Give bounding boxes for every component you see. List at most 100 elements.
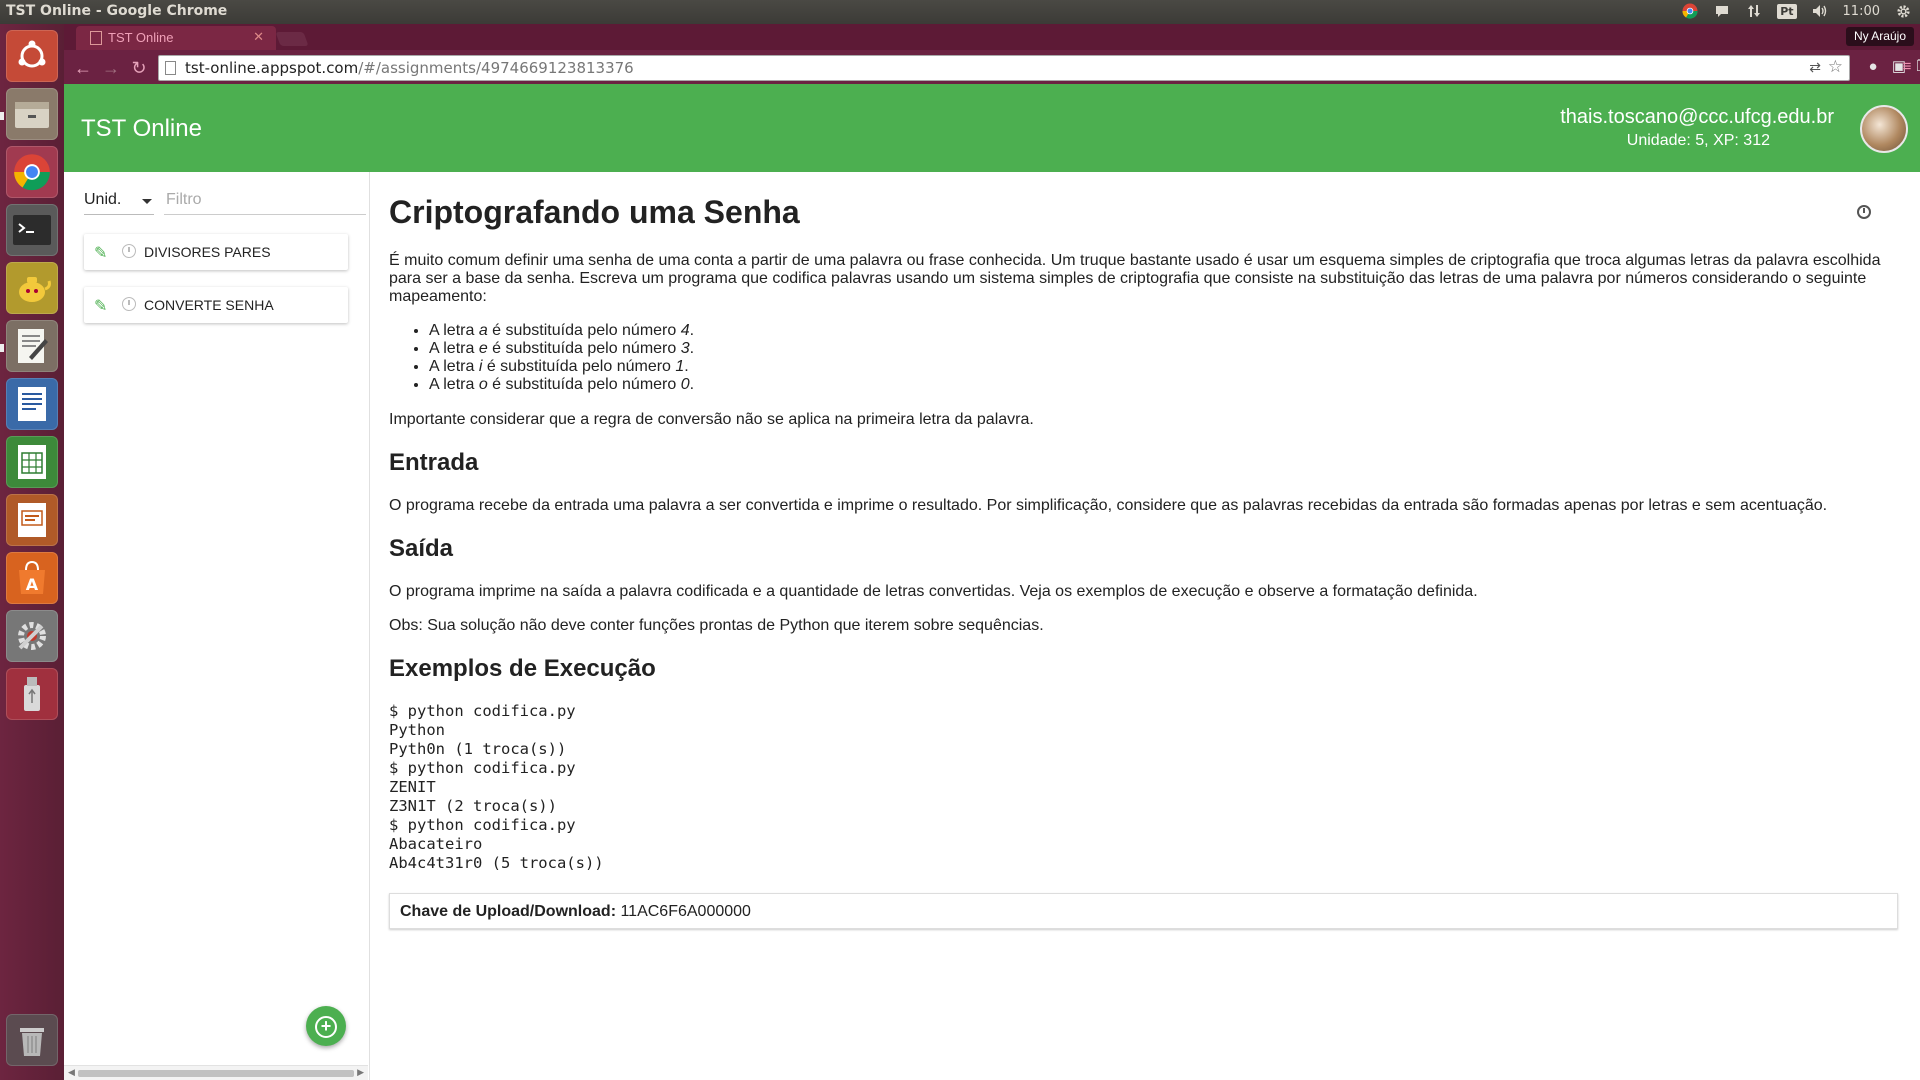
mapping-middle: é substituída pelo número bbox=[487, 340, 681, 357]
close-tab-icon[interactable]: ✕ bbox=[253, 29, 264, 45]
gear-icon[interactable] bbox=[1894, 2, 1912, 20]
keyboard-layout-label: Pt bbox=[1777, 3, 1797, 19]
reload-icon[interactable]: ↻ bbox=[128, 57, 150, 79]
scrollbar-thumb[interactable] bbox=[78, 1070, 354, 1077]
note-paragraph: Importante considerar que a regra de con… bbox=[389, 411, 1034, 428]
list-item[interactable]: ✎ DIVISORES PARES bbox=[84, 234, 348, 270]
volume-icon[interactable] bbox=[1811, 2, 1829, 20]
user-email: thais.toscano@ccc.ufcg.edu.br bbox=[1560, 106, 1834, 128]
mapping-number: 3 bbox=[680, 340, 690, 357]
text-editor-icon[interactable] bbox=[6, 320, 58, 372]
mapping-suffix: . bbox=[689, 322, 695, 339]
usb-drive-icon[interactable] bbox=[6, 668, 58, 720]
system-tray: Pt 11:00 bbox=[1681, 2, 1912, 20]
examples-heading: Exemplos de Execução bbox=[389, 655, 656, 682]
app-title[interactable]: TST Online bbox=[81, 115, 202, 143]
code-line: Z3N1T (2 troca(s)) bbox=[389, 797, 557, 815]
list-item: A letra o é substituída pelo número 0. bbox=[429, 376, 694, 394]
browser-toolbar: ← → ↻ tst-online.appspot.com/#/assignmen… bbox=[64, 50, 1920, 84]
address-bar[interactable]: tst-online.appspot.com/#/assignments/497… bbox=[158, 55, 1850, 81]
unit-dropdown[interactable]: Unid. bbox=[84, 188, 154, 215]
files-icon[interactable] bbox=[6, 88, 58, 140]
assignment-name: DIVISORES PARES bbox=[144, 244, 271, 260]
list-item: A letra a é substituída pelo número 4. bbox=[429, 322, 694, 340]
clock-icon bbox=[122, 244, 136, 258]
pencil-icon: ✎ bbox=[94, 245, 108, 262]
tab-title: TST Online bbox=[108, 30, 174, 45]
teapot-app-icon[interactable] bbox=[6, 262, 58, 314]
add-assignment-button[interactable]: + bbox=[306, 1006, 346, 1046]
system-settings-icon[interactable] bbox=[6, 610, 58, 662]
assignment-name: CONVERTE SENHA bbox=[144, 297, 274, 313]
list-item: A letra i é substituída pelo número 1. bbox=[429, 358, 694, 376]
browser-tab-strip: TST Online ✕ Ny Araújo bbox=[64, 24, 1920, 50]
mapping-suffix: . bbox=[689, 340, 695, 357]
horizontal-scrollbar[interactable]: ◀ ▶ bbox=[64, 1065, 368, 1080]
mapping-number: 1 bbox=[675, 358, 685, 375]
code-line: Abacateiro bbox=[389, 835, 483, 853]
unit-dropdown-label: Unid. bbox=[84, 191, 122, 208]
os-top-panel: TST Online - Google Chrome Pt 11:00 bbox=[0, 0, 1920, 24]
unity-launcher: A bbox=[0, 24, 65, 1080]
assignments-sidebar: Unid. ✎ DIVISORES PARES ✎ CONVERTE SENHA… bbox=[64, 172, 370, 1080]
scroll-right-icon[interactable]: ▶ bbox=[357, 1067, 364, 1078]
chat-icon[interactable] bbox=[1713, 2, 1731, 20]
list-item[interactable]: ✎ CONVERTE SENHA bbox=[84, 287, 348, 323]
writer-icon[interactable] bbox=[6, 378, 58, 430]
plus-icon: + bbox=[315, 1016, 337, 1038]
mapping-suffix: . bbox=[689, 376, 695, 393]
terminal-icon[interactable] bbox=[6, 204, 58, 256]
mapping-prefix: A letra bbox=[429, 340, 479, 357]
history-icon[interactable] bbox=[1857, 205, 1871, 219]
mapping-letter: e bbox=[478, 340, 488, 357]
translate-icon[interactable]: ⇄ bbox=[1809, 59, 1821, 76]
mapping-prefix: A letra bbox=[429, 358, 479, 375]
upload-key-label: Chave de Upload/Download: bbox=[400, 903, 617, 920]
page-favicon-icon bbox=[90, 31, 102, 45]
url-path: /#/assignments/4974669123813376 bbox=[358, 59, 634, 77]
chrome-tray-icon[interactable] bbox=[1681, 2, 1699, 20]
new-tab-button[interactable] bbox=[275, 32, 309, 46]
filter-input[interactable] bbox=[164, 186, 366, 215]
intro-paragraph: É muito comum definir uma senha de uma c… bbox=[389, 252, 1881, 305]
page-title: Criptografando uma Senha bbox=[389, 194, 800, 230]
software-center-icon[interactable]: A bbox=[6, 552, 58, 604]
input-paragraph: O programa recebe da entrada uma palavra… bbox=[389, 497, 1828, 514]
text-editor-running-indicator bbox=[0, 344, 4, 352]
output-paragraph: O programa imprime na saída a palavra co… bbox=[389, 583, 1478, 600]
clock[interactable]: 11:00 bbox=[1843, 4, 1880, 19]
bookmark-star-icon[interactable]: ☆ bbox=[1828, 57, 1843, 77]
back-arrow-icon[interactable]: ← bbox=[72, 57, 94, 79]
svg-text:A: A bbox=[26, 575, 39, 594]
input-heading: Entrada bbox=[389, 449, 479, 476]
files-running-indicator bbox=[0, 112, 4, 120]
chrome-launcher-icon[interactable] bbox=[6, 146, 58, 198]
keyboard-layout-indicator[interactable]: Pt bbox=[1777, 2, 1797, 20]
mapping-number: 4 bbox=[680, 322, 690, 339]
calc-icon[interactable] bbox=[6, 436, 58, 488]
app-header: TST Online thais.toscano@ccc.ufcg.edu.br… bbox=[64, 84, 1920, 172]
mapping-list: A letra a é substituída pelo número 4. A… bbox=[409, 322, 694, 394]
network-icon[interactable] bbox=[1745, 2, 1763, 20]
code-line: $ python codifica.py bbox=[389, 759, 576, 777]
extension-chat-icon[interactable]: ● bbox=[1864, 58, 1882, 76]
avatar[interactable] bbox=[1860, 105, 1908, 153]
upload-key-value[interactable]: 11AC6F6A000000 bbox=[620, 903, 750, 920]
mapping-middle: é substituída pelo número bbox=[482, 358, 676, 375]
profile-badge[interactable]: Ny Araújo bbox=[1845, 27, 1914, 46]
impress-icon[interactable] bbox=[6, 494, 58, 546]
settings-menu-icon[interactable]: ≡ bbox=[1898, 58, 1916, 76]
code-line: $ python codifica.py bbox=[389, 816, 576, 834]
scroll-left-icon[interactable]: ◀ bbox=[68, 1067, 75, 1078]
upload-key-line: Chave de Upload/Download: 11AC6F6A000000 bbox=[400, 903, 751, 921]
mapping-letter: a bbox=[478, 322, 488, 339]
dash-home-icon[interactable] bbox=[6, 30, 58, 82]
window-title: TST Online - Google Chrome bbox=[6, 3, 228, 19]
chevron-down-icon bbox=[142, 199, 152, 204]
url-text: tst-online.appspot.com/#/assignments/497… bbox=[185, 59, 634, 77]
obs-paragraph: Obs: Sua solução não deve conter funções… bbox=[389, 617, 1044, 634]
tab-tst-online[interactable]: TST Online ✕ bbox=[76, 26, 276, 50]
trash-icon[interactable] bbox=[6, 1014, 58, 1066]
code-line: Python bbox=[389, 721, 445, 739]
forward-arrow-icon[interactable]: → bbox=[100, 57, 122, 79]
